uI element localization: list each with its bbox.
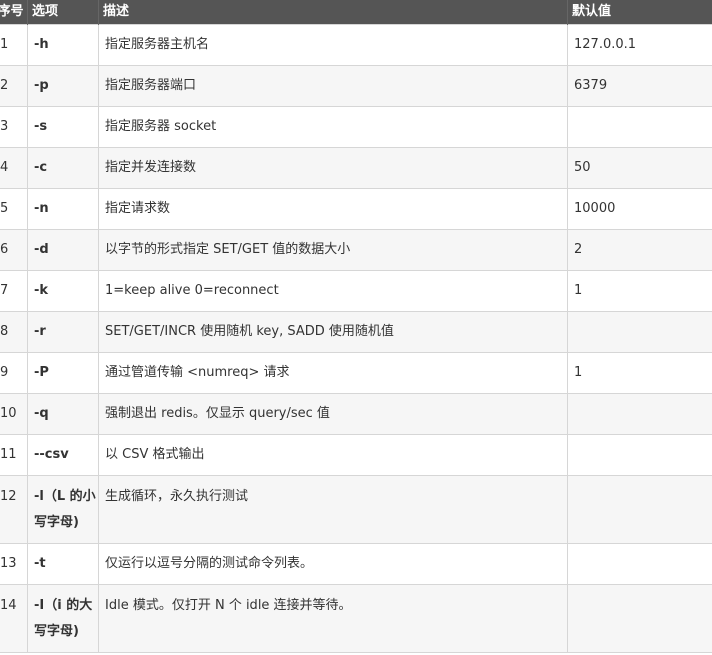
table-row: 3 -s 指定服务器 socket	[0, 106, 712, 148]
cell-num: 11	[0, 434, 28, 476]
cell-default: 1	[567, 270, 712, 312]
cell-num: 13	[0, 543, 28, 585]
cell-num: 7	[0, 270, 28, 312]
cell-default	[567, 543, 712, 585]
table-row: 2 -p 指定服务器端口 6379	[0, 65, 712, 107]
table-row: 9 -P 通过管道传输 <numreq> 请求 1	[0, 352, 712, 394]
table-body: 1 -h 指定服务器主机名 127.0.0.1 2 -p 指定服务器端口 637…	[0, 24, 712, 653]
cell-default	[567, 475, 712, 544]
table-row: 6 -d 以字节的形式指定 SET/GET 值的数据大小 2	[0, 229, 712, 271]
cell-num: 10	[0, 393, 28, 435]
cell-default	[567, 393, 712, 435]
cell-option: -l（L 的小写字母)	[27, 475, 99, 544]
cell-description: 强制退出 redis。仅显示 query/sec 值	[98, 393, 568, 435]
table-row: 1 -h 指定服务器主机名 127.0.0.1	[0, 24, 712, 66]
cell-num: 3	[0, 106, 28, 148]
table-row: 8 -r SET/GET/INCR 使用随机 key, SADD 使用随机值	[0, 311, 712, 353]
options-table-container: 序号 选项 描述 默认值 1 -h 指定服务器主机名 127.0.0.1 2 -…	[0, 0, 712, 653]
cell-num: 2	[0, 65, 28, 107]
cell-option: -t	[27, 543, 99, 585]
cell-option: --csv	[27, 434, 99, 476]
cell-option: -c	[27, 147, 99, 189]
cell-description: 指定请求数	[98, 188, 568, 230]
cell-option: -d	[27, 229, 99, 271]
cell-default: 2	[567, 229, 712, 271]
cell-default: 50	[567, 147, 712, 189]
table-row: 13 -t 仅运行以逗号分隔的测试命令列表。	[0, 543, 712, 585]
cell-option: -q	[27, 393, 99, 435]
header-default: 默认值	[567, 0, 712, 25]
cell-option: -P	[27, 352, 99, 394]
cell-option: -I（i 的大写字母)	[27, 584, 99, 653]
cell-default	[567, 584, 712, 653]
header-description: 描述	[98, 0, 568, 25]
cell-default	[567, 311, 712, 353]
cell-description: 以 CSV 格式输出	[98, 434, 568, 476]
cell-description: 指定并发连接数	[98, 147, 568, 189]
table-header: 序号 选项 描述 默认值	[0, 0, 712, 25]
options-table: 序号 选项 描述 默认值 1 -h 指定服务器主机名 127.0.0.1 2 -…	[0, 0, 712, 653]
cell-default: 10000	[567, 188, 712, 230]
cell-num: 14	[0, 584, 28, 653]
cell-option: -k	[27, 270, 99, 312]
cell-option: -r	[27, 311, 99, 353]
table-row: 11 --csv 以 CSV 格式输出	[0, 434, 712, 476]
table-row: 4 -c 指定并发连接数 50	[0, 147, 712, 189]
cell-description: 指定服务器端口	[98, 65, 568, 107]
header-option: 选项	[27, 0, 99, 25]
header-num: 序号	[0, 0, 28, 25]
cell-num: 4	[0, 147, 28, 189]
cell-default: 127.0.0.1	[567, 24, 712, 66]
cell-num: 9	[0, 352, 28, 394]
cell-description: SET/GET/INCR 使用随机 key, SADD 使用随机值	[98, 311, 568, 353]
table-row: 10 -q 强制退出 redis。仅显示 query/sec 值	[0, 393, 712, 435]
cell-default	[567, 106, 712, 148]
cell-description: 1=keep alive 0=reconnect	[98, 270, 568, 312]
cell-option: -s	[27, 106, 99, 148]
header-row: 序号 选项 描述 默认值	[0, 0, 712, 25]
cell-num: 1	[0, 24, 28, 66]
cell-description: 以字节的形式指定 SET/GET 值的数据大小	[98, 229, 568, 271]
table-row: 12 -l（L 的小写字母) 生成循环，永久执行测试	[0, 475, 712, 544]
cell-num: 8	[0, 311, 28, 353]
cell-num: 5	[0, 188, 28, 230]
cell-option: -p	[27, 65, 99, 107]
cell-description: 仅运行以逗号分隔的测试命令列表。	[98, 543, 568, 585]
cell-num: 6	[0, 229, 28, 271]
cell-description: 通过管道传输 <numreq> 请求	[98, 352, 568, 394]
table-row: 7 -k 1=keep alive 0=reconnect 1	[0, 270, 712, 312]
table-row: 14 -I（i 的大写字母) Idle 模式。仅打开 N 个 idle 连接并等…	[0, 584, 712, 653]
cell-description: 指定服务器 socket	[98, 106, 568, 148]
cell-default	[567, 434, 712, 476]
table-row: 5 -n 指定请求数 10000	[0, 188, 712, 230]
cell-option: -n	[27, 188, 99, 230]
cell-option: -h	[27, 24, 99, 66]
cell-default: 6379	[567, 65, 712, 107]
cell-default: 1	[567, 352, 712, 394]
cell-num: 12	[0, 475, 28, 544]
cell-description: 生成循环，永久执行测试	[98, 475, 568, 544]
cell-description: Idle 模式。仅打开 N 个 idle 连接并等待。	[98, 584, 568, 653]
cell-description: 指定服务器主机名	[98, 24, 568, 66]
